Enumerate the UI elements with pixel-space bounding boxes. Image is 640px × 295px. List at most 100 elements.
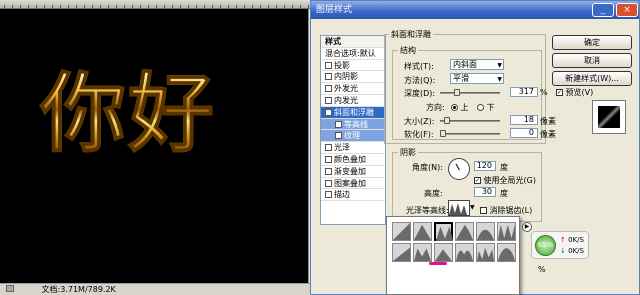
direction-down-option[interactable]: 下: [477, 102, 495, 113]
contour-swatch[interactable]: [413, 243, 432, 262]
cpu-usage-circle: 65%: [535, 235, 556, 256]
doc-size: 文档:3.71M/789.2K: [41, 285, 116, 294]
global-light-option[interactable]: ✓ 使用全局光(G): [474, 175, 536, 186]
checkbox-icon[interactable]: [335, 132, 342, 140]
style-label: 样式(T):: [404, 62, 434, 71]
size-label: 大小(Z):: [404, 117, 435, 126]
contour-swatch[interactable]: [497, 222, 516, 241]
contour-swatch[interactable]: [434, 222, 453, 241]
popup-menu-arrow-icon[interactable]: ▶: [522, 222, 532, 232]
contour-picker-popup: [386, 216, 520, 295]
depth-unit: %: [540, 88, 548, 97]
depth-slider[interactable]: [440, 89, 500, 96]
size-slider[interactable]: [440, 117, 500, 124]
direction-down-label: 下: [486, 103, 495, 112]
size-slider-thumb[interactable]: [444, 117, 450, 124]
gloss-contour-picker[interactable]: [448, 200, 470, 216]
size-input[interactable]: 18: [510, 115, 538, 125]
style-list-item[interactable]: 描边: [321, 189, 385, 202]
style-list-item[interactable]: 内发光: [321, 95, 385, 107]
style-select[interactable]: 内斜面 ▼: [450, 59, 504, 70]
checkbox-icon[interactable]: [325, 96, 332, 104]
new-style-button[interactable]: 新建样式(W)...: [552, 71, 632, 86]
style-list-label: 外发光: [334, 84, 358, 94]
style-list-item[interactable]: 外发光: [321, 83, 385, 95]
contour-swatch[interactable]: [392, 222, 411, 241]
global-light-label: 使用全局光(G): [483, 176, 536, 185]
depth-input[interactable]: 317: [510, 87, 538, 97]
angle-label: 角度(N):: [412, 163, 443, 172]
checkbox-icon[interactable]: [325, 155, 332, 163]
cancel-button[interactable]: 取消: [552, 53, 632, 68]
checkbox-checked-icon[interactable]: ✓: [474, 177, 481, 184]
checkbox-icon[interactable]: [325, 167, 332, 175]
contour-swatch[interactable]: [497, 243, 516, 262]
style-list-item[interactable]: 内阴影: [321, 71, 385, 84]
contour-swatch[interactable]: [455, 222, 474, 241]
depth-slider-thumb[interactable]: [454, 89, 460, 96]
preview-option[interactable]: ✓ 预览(V): [556, 87, 593, 98]
angle-input[interactable]: 120: [474, 161, 496, 171]
style-list-item[interactable]: ✓ 斜面和浮雕: [321, 106, 385, 119]
altitude-input[interactable]: 30: [474, 187, 496, 197]
style-list-item[interactable]: 渐变叠加: [321, 166, 385, 178]
preview-label: 预览(V): [565, 88, 594, 97]
checkbox-checked-icon[interactable]: ✓: [325, 108, 332, 116]
checkbox-icon[interactable]: [325, 61, 332, 69]
size-unit: 像素: [540, 117, 556, 126]
contour-swatch[interactable]: [455, 243, 474, 262]
style-list-item[interactable]: 投影: [321, 60, 385, 72]
angle-unit: 度: [500, 163, 508, 172]
style-list-label: 光泽: [334, 143, 350, 153]
checkbox-checked-icon[interactable]: ✓: [556, 89, 563, 96]
style-list-item[interactable]: 混合选项:默认: [321, 48, 385, 60]
ok-button[interactable]: 确定: [552, 35, 632, 50]
antialias-option[interactable]: 消除锯齿(L): [480, 205, 532, 216]
checkbox-icon[interactable]: [325, 144, 332, 152]
contour-preview-icon: [449, 203, 467, 215]
partial-percent: %: [538, 265, 546, 274]
minimize-icon[interactable]: _: [592, 3, 614, 17]
style-list-label: 内阴影: [334, 72, 358, 82]
contour-swatch[interactable]: [476, 243, 495, 262]
structure-title: 结构: [398, 45, 418, 56]
method-label: 方法(Q):: [404, 76, 436, 85]
contour-dropdown-icon[interactable]: ▼: [470, 201, 476, 215]
close-icon[interactable]: ×: [616, 3, 638, 17]
download-speed: ↓ 0K/S: [560, 247, 584, 255]
method-select[interactable]: 平滑 ▼: [450, 73, 504, 84]
contour-swatch[interactable]: [413, 222, 432, 241]
style-list-item[interactable]: 图案叠加: [321, 178, 385, 190]
checkbox-icon[interactable]: [325, 191, 332, 199]
style-list-item[interactable]: 纹理: [321, 130, 385, 143]
checkbox-icon[interactable]: [480, 207, 487, 214]
style-list-item[interactable]: 样式: [321, 36, 385, 48]
direction-up-option[interactable]: 上: [451, 102, 469, 113]
contour-swatch[interactable]: [392, 243, 411, 262]
checkbox-icon[interactable]: [325, 179, 332, 187]
network-speed-widget[interactable]: 65% ↑ 0K/S ↓ 0K/S: [531, 231, 589, 259]
style-list-item[interactable]: 等高线: [321, 118, 385, 131]
checkbox-icon[interactable]: [325, 85, 332, 93]
soften-unit: 像素: [540, 130, 556, 139]
soften-slider[interactable]: [440, 130, 500, 137]
contour-swatch[interactable]: [434, 243, 453, 262]
style-list-label: 描边: [334, 190, 350, 200]
soften-input[interactable]: 0: [510, 128, 538, 138]
checkbox-icon[interactable]: [325, 73, 332, 81]
contour-swatch[interactable]: [476, 222, 495, 241]
style-list-item[interactable]: 光泽: [321, 142, 385, 154]
direction-up-label: 上: [460, 103, 469, 112]
style-list-item[interactable]: 颜色叠加: [321, 154, 385, 166]
document-canvas[interactable]: 你好: [0, 9, 318, 286]
depth-label: 深度(D):: [404, 89, 436, 98]
radio-up[interactable]: [451, 104, 458, 111]
dialog-titlebar[interactable]: 图层样式: [311, 1, 639, 19]
angle-dial[interactable]: [448, 158, 470, 180]
status-menu-icon[interactable]: [6, 285, 14, 292]
soften-slider-thumb[interactable]: [440, 130, 446, 137]
download-arrow-icon: ↓: [560, 247, 566, 255]
checkbox-icon[interactable]: [335, 120, 342, 128]
bevel-group-title: 斜面和浮雕: [389, 29, 433, 40]
radio-down[interactable]: [477, 104, 484, 111]
